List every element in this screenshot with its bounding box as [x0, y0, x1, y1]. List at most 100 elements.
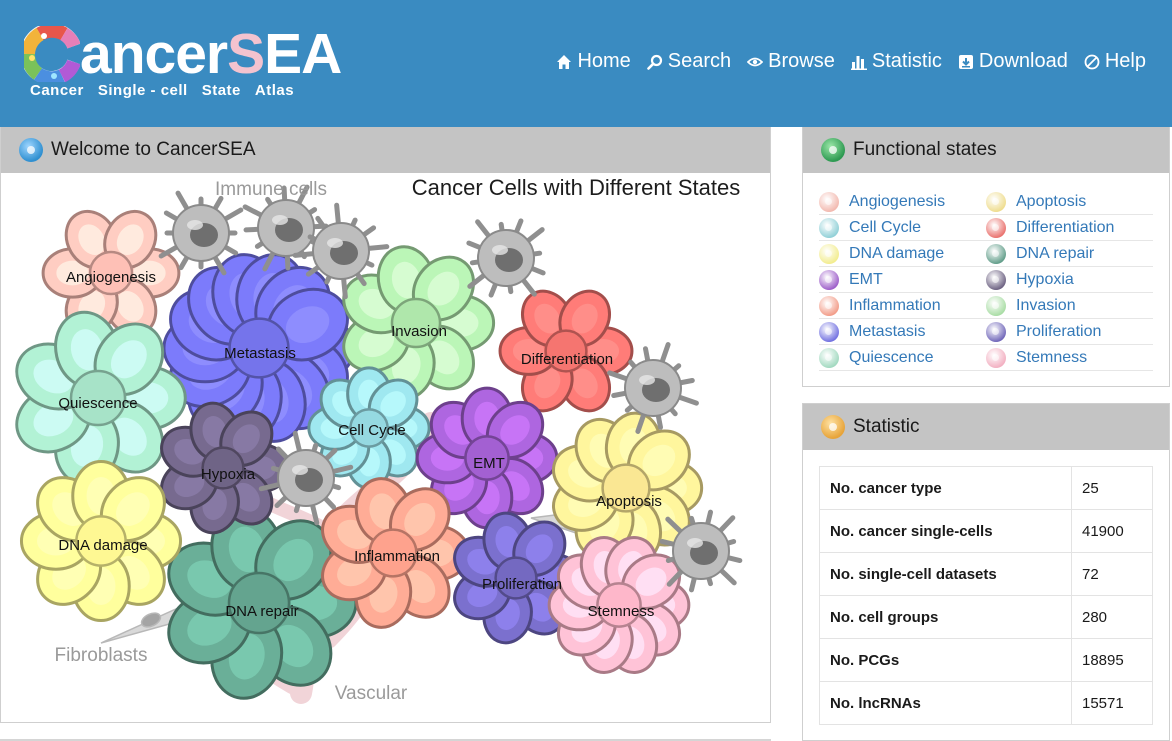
label-immune-cells: Immune cells — [215, 179, 327, 200]
help-icon — [1084, 54, 1100, 69]
logo-sub-single-cell: Single - cell — [97, 82, 188, 99]
state-metastasis[interactable]: Metastasis — [819, 319, 986, 345]
logo-text-s: S — [227, 22, 265, 86]
logo-text-ea: EA — [264, 22, 342, 86]
state-label: Differentiation — [1016, 218, 1115, 236]
label-angiogenesis: Angiogenesis — [66, 269, 156, 286]
differentiation-cell-icon — [986, 217, 1006, 238]
stat-key: No. cancer single-cells — [819, 509, 1072, 553]
table-row: No. single-cell datasets 72 — [819, 552, 1153, 596]
table-row: No. cancer single-cells 41900 — [819, 509, 1153, 553]
stat-key: No. cancer type — [819, 466, 1072, 510]
stat-value: 25 — [1071, 466, 1153, 510]
stat-key: No. cell groups — [819, 595, 1072, 639]
state-label: Cell Cycle — [849, 218, 922, 236]
stat-key: No. single-cell datasets — [819, 552, 1072, 596]
label-stemness: Stemness — [588, 603, 655, 620]
state-label: Apoptosis — [1016, 192, 1087, 210]
stat-value: 280 — [1071, 595, 1153, 639]
welcome-panel-header: Welcome to CancerSEA — [1, 127, 770, 173]
state-inflammation[interactable]: Inflammation — [819, 293, 986, 319]
nav-search[interactable]: Search — [646, 50, 731, 73]
logo-subtitle: Cancer Single - cell State Atlas — [30, 82, 294, 99]
state-label: Stemness — [1016, 348, 1088, 366]
state-label: Angiogenesis — [849, 192, 946, 210]
immune-cell-shape — [466, 218, 546, 298]
apoptosis-cell-icon — [986, 191, 1006, 212]
immune-cell-shape — [659, 509, 743, 593]
nav-help-label: Help — [1104, 50, 1146, 72]
label-inflammation: Inflammation — [354, 548, 440, 565]
label-cell-cycle: Cell Cycle — [338, 422, 406, 439]
state-label: Metastasis — [849, 322, 926, 340]
top-navbar: ancer S EA Cancer Single - cell State At… — [0, 0, 1172, 127]
label-emt: EMT — [473, 455, 505, 472]
stat-key: No. PCGs — [819, 638, 1072, 682]
state-label: Invasion — [1016, 296, 1076, 314]
nav-browse[interactable]: Browse — [747, 50, 835, 73]
label-apoptosis: Apoptosis — [596, 493, 662, 510]
functional-states-header: Functional states — [803, 127, 1169, 173]
dna-repair-cell-icon — [986, 243, 1006, 264]
illustration-title: Cancer Cells with Different States — [412, 175, 741, 200]
table-row: No. lncRNAs 15571 — [819, 681, 1153, 725]
nav-download[interactable]: Download — [958, 50, 1068, 73]
dna-damage-cell-icon — [819, 243, 839, 264]
functional-states-title: Functional states — [853, 139, 997, 160]
cancersea-logo[interactable]: ancer S EA Cancer Single - cell State At… — [20, 23, 342, 104]
welcome-panel: Welcome to CancerSEA Cancer Cells with D… — [0, 127, 771, 723]
statistic-header: Statistic — [803, 404, 1169, 450]
state-label: EMT — [849, 270, 883, 288]
functional-states-list: Angiogenesis Apoptosis Cell Cycle Differ… — [819, 189, 1153, 371]
blue-bullet-icon — [19, 138, 43, 162]
state-differentiation[interactable]: Differentiation — [986, 215, 1153, 241]
home-icon — [557, 54, 572, 69]
state-apoptosis[interactable]: Apoptosis — [986, 189, 1153, 215]
statistic-panel: Statistic No. cancer type 25 No. cancer s… — [802, 403, 1170, 741]
nav-statistic[interactable]: Statistic — [850, 50, 942, 73]
bar-chart-icon — [850, 55, 867, 70]
label-differentiation: Differentiation — [521, 351, 613, 368]
label-metastasis: Metastasis — [224, 345, 296, 362]
state-dna-repair[interactable]: DNA repair — [986, 241, 1153, 267]
nav-help[interactable]: Help — [1084, 50, 1146, 73]
stat-value: 41900 — [1071, 509, 1153, 553]
logo-wordmark: ancer S EA — [20, 22, 342, 86]
metastasis-cell-icon — [819, 321, 839, 342]
state-emt[interactable]: EMT — [819, 267, 986, 293]
state-quiescence[interactable]: Quiescence — [819, 345, 986, 371]
quiescence-cell-icon — [819, 347, 839, 368]
state-invasion[interactable]: Invasion — [986, 293, 1153, 319]
statistic-title: Statistic — [853, 416, 920, 437]
state-angiogenesis[interactable]: Angiogenesis — [819, 189, 986, 215]
state-cell-cycle[interactable]: Cell Cycle — [819, 215, 986, 241]
logo-text-ancer: ancer — [80, 22, 228, 86]
logo-sub-cancer: Cancer — [30, 82, 84, 99]
nav-home[interactable]: Home — [556, 50, 631, 73]
welcome-title: Welcome to CancerSEA — [51, 139, 256, 160]
label-hypoxia: Hypoxia — [201, 466, 256, 483]
state-proliferation[interactable]: Proliferation — [986, 319, 1153, 345]
orange-bullet-icon — [821, 415, 845, 439]
label-invasion: Invasion — [391, 323, 447, 340]
table-row: No. cancer type 25 — [819, 466, 1153, 510]
cell-states-svg: Cancer Cells with Different States Immun… — [15, 175, 743, 704]
main-nav: Home Search Browse Statistic Download He… — [556, 50, 1146, 73]
nav-download-label: Download — [978, 50, 1068, 72]
nav-browse-label: Browse — [768, 50, 835, 72]
state-hypoxia[interactable]: Hypoxia — [986, 267, 1153, 293]
table-row: No. cell groups 280 — [819, 595, 1153, 639]
statistic-table: No. cancer type 25 No. cancer single-cell… — [819, 466, 1153, 725]
label-quiescence: Quiescence — [58, 395, 137, 412]
table-row: No. PCGs 18895 — [819, 638, 1153, 682]
cell-states-illustration: Cancer Cells with Different States Immun… — [1, 173, 770, 721]
stat-value: 18895 — [1071, 638, 1153, 682]
stat-key: No. lncRNAs — [819, 681, 1072, 725]
logo-sub-state: State — [201, 82, 241, 99]
state-dna-damage[interactable]: DNA damage — [819, 241, 986, 267]
state-label: DNA repair — [1016, 244, 1095, 262]
functional-states-panel: Functional states Angiogenesis Apoptosis… — [802, 127, 1170, 387]
logo-sub-atlas: Atlas — [254, 82, 295, 99]
green-bullet-icon — [821, 138, 845, 162]
state-stemness[interactable]: Stemness — [986, 345, 1153, 371]
